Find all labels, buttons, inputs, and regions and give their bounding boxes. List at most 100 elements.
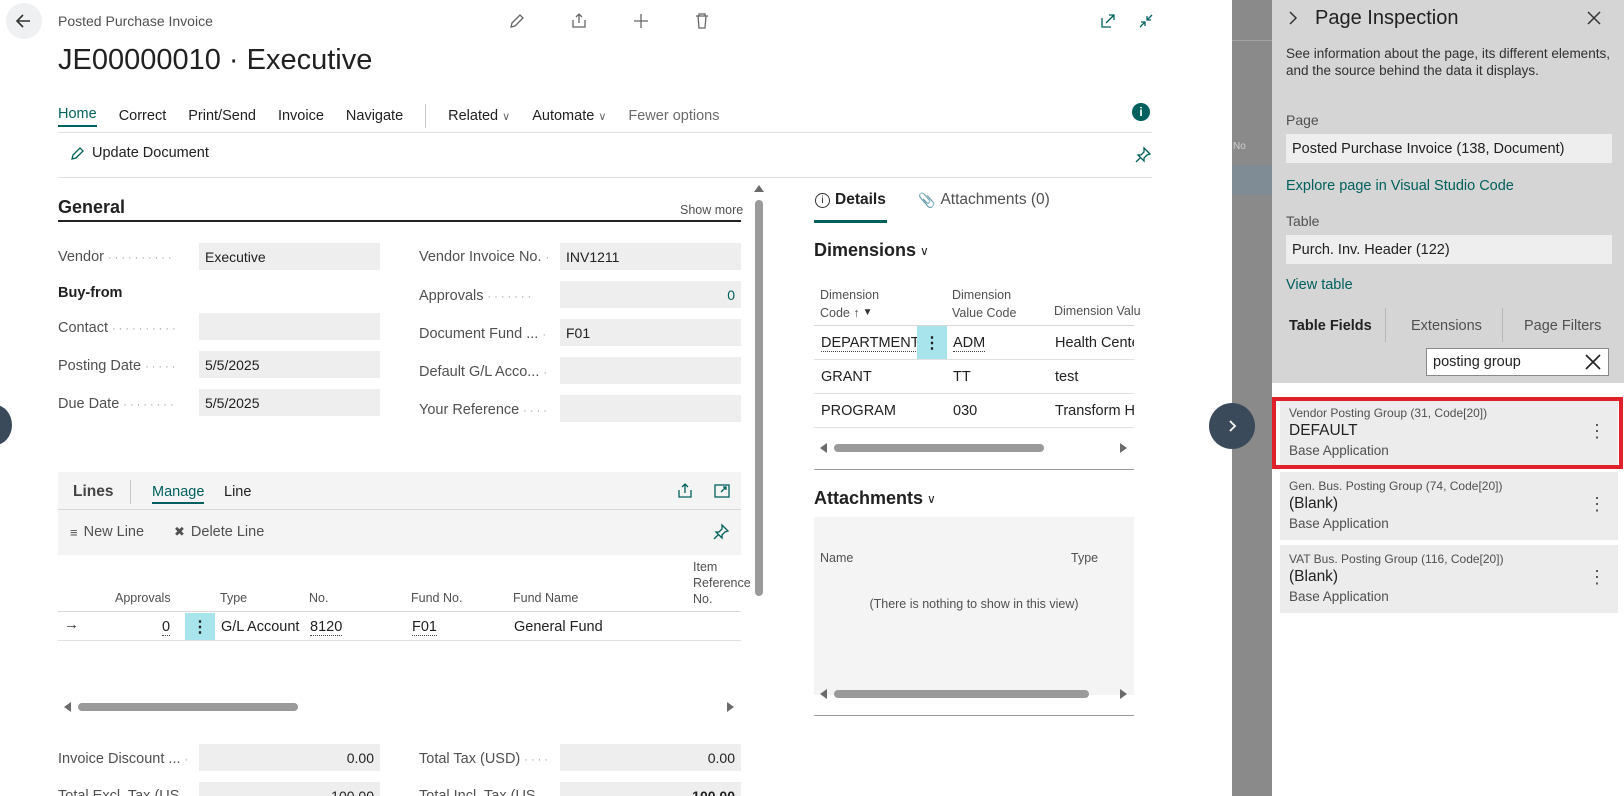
posting-date-field[interactable]: 5/5/2025 xyxy=(199,351,380,378)
update-document-button[interactable]: Update Document xyxy=(70,145,209,161)
scroll-left-icon[interactable] xyxy=(64,702,71,712)
tab-extensions[interactable]: Extensions xyxy=(1411,318,1482,334)
more-options-icon[interactable]: ⋮ xyxy=(1588,567,1606,588)
col-item-reference[interactable]: Item Reference No. xyxy=(693,559,751,607)
scroll-right-icon[interactable] xyxy=(1120,443,1127,453)
view-table-link[interactable]: View table xyxy=(1286,277,1353,293)
dim-value-cell[interactable]: 030 xyxy=(953,403,977,419)
col-fund-name[interactable]: Fund Name xyxy=(513,591,578,605)
dim-value-cell[interactable]: ADM xyxy=(953,335,986,352)
col-approvals[interactable]: Approvals xyxy=(115,591,171,605)
scroll-right-icon[interactable] xyxy=(1120,689,1127,699)
dim-value-cell[interactable]: TT xyxy=(953,369,971,385)
table-row[interactable] xyxy=(58,612,741,640)
clear-search-icon[interactable] xyxy=(1584,353,1602,371)
scroll-thumb[interactable] xyxy=(834,690,1089,698)
dim-code-cell[interactable]: DEPARTMENT xyxy=(821,335,920,352)
scroll-left-icon[interactable] xyxy=(820,689,827,699)
show-more-link[interactable]: Show more xyxy=(680,203,743,217)
col-att-type[interactable]: Type xyxy=(1071,551,1098,565)
col-dimension-value-code[interactable]: Dimension Value Code xyxy=(952,286,1016,322)
col-no[interactable]: No. xyxy=(309,591,328,605)
lines-tab-manage[interactable]: Manage xyxy=(152,484,205,504)
menu-related[interactable]: Related ∨ xyxy=(448,108,510,124)
search-input[interactable]: posting group xyxy=(1426,348,1609,376)
open-new-window-icon[interactable] xyxy=(1097,10,1119,32)
expand-icon[interactable] xyxy=(713,482,731,505)
scroll-up-icon[interactable] xyxy=(754,185,764,192)
scroll-thumb[interactable] xyxy=(834,444,1044,452)
cell-fund-no[interactable]: F01 xyxy=(412,619,437,636)
lines-tab-line[interactable]: Line xyxy=(224,484,251,500)
next-record-button[interactable] xyxy=(1209,403,1255,449)
default-gl-field[interactable] xyxy=(560,357,741,384)
row-actions-kebab[interactable]: ⋮ xyxy=(917,326,947,359)
total-incl-field[interactable]: 100.00 xyxy=(560,782,741,796)
menu-home[interactable]: Home xyxy=(58,106,97,127)
total-excl-field[interactable]: 100.00 xyxy=(199,782,380,796)
cell-fund-name[interactable]: General Fund xyxy=(514,619,603,635)
new-line-button[interactable]: ≡ New Line xyxy=(70,524,144,540)
menu-automate[interactable]: Automate ∨ xyxy=(532,108,606,124)
factbox-tab-attachments[interactable]: 📎 Attachments (0) xyxy=(918,191,1050,209)
scroll-left-icon[interactable] xyxy=(820,443,827,453)
edit-icon[interactable] xyxy=(506,10,528,32)
pin-icon[interactable] xyxy=(1134,146,1152,169)
menu-correct[interactable]: Correct xyxy=(119,108,167,124)
cell-type[interactable]: G/L Account xyxy=(221,619,299,635)
lines-horizontal-scrollbar[interactable] xyxy=(64,702,734,712)
vendor-field[interactable]: Executive xyxy=(199,243,380,270)
tab-page-filters[interactable]: Page Filters xyxy=(1524,318,1601,334)
cell-approvals[interactable]: 0 xyxy=(162,619,171,636)
menu-fewer-options[interactable]: Fewer options xyxy=(628,108,719,124)
delete-icon[interactable] xyxy=(691,10,713,32)
collapse-panel-chevron-icon[interactable] xyxy=(1285,10,1301,31)
cell-no[interactable]: 8120 xyxy=(310,619,343,636)
vendor-invoice-field[interactable]: INV1211 xyxy=(560,243,741,270)
page-vertical-scrollbar[interactable] xyxy=(755,200,763,596)
menu-navigate[interactable]: Navigate xyxy=(346,108,403,124)
info-icon[interactable]: i xyxy=(1132,103,1150,121)
menu-invoice[interactable]: Invoice xyxy=(278,108,324,124)
collapse-icon[interactable] xyxy=(1135,10,1157,32)
col-att-name[interactable]: Name xyxy=(820,551,853,565)
col-fund-no[interactable]: Fund No. xyxy=(411,591,462,605)
menu-print-send[interactable]: Print/Send xyxy=(188,108,256,124)
row-actions-kebab[interactable]: ⋮ xyxy=(185,613,215,640)
new-icon[interactable] xyxy=(630,10,652,32)
dimensions-horizontal-scrollbar[interactable] xyxy=(820,443,1127,453)
delete-line-button[interactable]: ✖ Delete Line xyxy=(174,524,264,540)
attachments-horizontal-scrollbar[interactable] xyxy=(820,689,1127,699)
dim-code-cell[interactable]: PROGRAM xyxy=(821,403,896,419)
due-date-field[interactable]: 5/5/2025 xyxy=(199,389,380,416)
col-type[interactable]: Type xyxy=(220,591,247,605)
total-tax-field[interactable]: 0.00 xyxy=(560,744,741,771)
scroll-right-icon[interactable] xyxy=(727,702,734,712)
dim-name-cell[interactable]: Health Cente xyxy=(1055,335,1134,351)
your-ref-field[interactable] xyxy=(560,395,741,422)
approvals-field[interactable]: 0 xyxy=(560,281,741,308)
dim-name-cell[interactable]: test xyxy=(1055,369,1078,385)
field-result-card[interactable]: VAT Bus. Posting Group (116, Code[20]) (… xyxy=(1280,545,1618,613)
dimensions-header[interactable]: Dimensions ∨ xyxy=(814,240,929,261)
pin-icon[interactable] xyxy=(712,523,730,546)
dim-code-cell[interactable]: GRANT xyxy=(821,369,872,385)
col-dimension-code[interactable]: Dimension Code ↑ ▼ xyxy=(820,286,879,322)
explore-vscode-link[interactable]: Explore page in Visual Studio Code xyxy=(1286,178,1514,194)
col-dimension-value[interactable]: Dimension Valu xyxy=(1054,304,1141,318)
share-icon[interactable] xyxy=(568,10,590,32)
table-value-field[interactable]: Purch. Inv. Header (122) xyxy=(1286,235,1612,264)
page-value-field[interactable]: Posted Purchase Invoice (138, Document) xyxy=(1286,134,1612,163)
close-icon[interactable] xyxy=(1586,10,1602,31)
attachments-header[interactable]: Attachments ∨ xyxy=(814,488,936,509)
field-result-card[interactable]: Gen. Bus. Posting Group (74, Code[20]) (… xyxy=(1280,472,1618,540)
contact-field[interactable] xyxy=(199,313,380,340)
dim-name-cell[interactable]: Transform Ho xyxy=(1055,403,1134,419)
scroll-thumb[interactable] xyxy=(78,703,298,711)
doc-fund-field[interactable]: F01 xyxy=(560,319,741,346)
previous-record-button[interactable] xyxy=(0,405,12,445)
tab-table-fields[interactable]: Table Fields xyxy=(1289,318,1372,334)
invoice-discount-field[interactable]: 0.00 xyxy=(199,744,380,771)
share-icon[interactable] xyxy=(676,482,694,505)
factbox-tab-details[interactable]: i Details xyxy=(815,191,886,209)
